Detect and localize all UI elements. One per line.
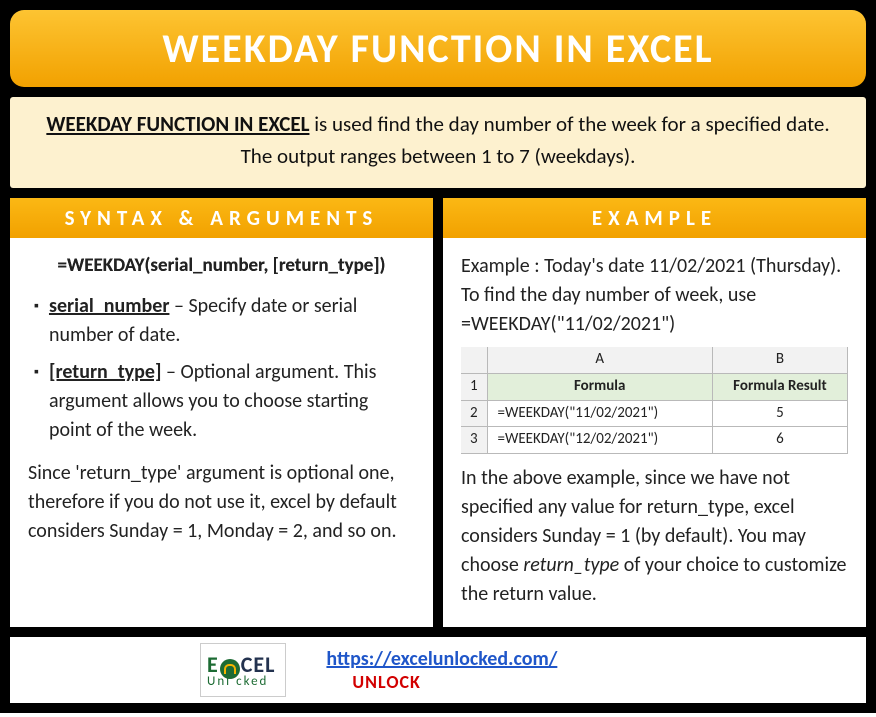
title-banner: WEEKDAY FUNCTION IN EXCEL (10, 10, 866, 87)
example-header: EXAMPLE (443, 198, 866, 238)
description-box: WEEKDAY FUNCTION IN EXCEL is used find t… (10, 97, 866, 188)
logo-sub: Unl cked (207, 674, 275, 689)
page-title: WEEKDAY FUNCTION IN EXCEL (162, 24, 713, 73)
col-a-head: A (487, 347, 712, 373)
arg2-label: [return_type] (49, 360, 161, 384)
table-row: 2 =WEEKDAY("11/02/2021") 5 (461, 400, 848, 427)
site-url[interactable]: https://excelunlocked.com/ (326, 647, 557, 671)
columns: SYNTAX & ARGUMENTS =WEEKDAY(serial_numbe… (10, 198, 866, 627)
argument-item: [return_type] – Optional argument. This … (34, 358, 415, 445)
footer-links: https://excelunlocked.com/ UNLOCK (326, 647, 557, 693)
footer: ECEL Unl cked https://excelunlocked.com/… (10, 637, 866, 703)
row1-head: 1 (461, 373, 487, 400)
cell-formula: =WEEKDAY("11/02/2021") (487, 400, 712, 427)
syntax-header: SYNTAX & ARGUMENTS (10, 198, 433, 238)
outro-em: return_type (523, 553, 619, 577)
description-text: is used find the day number of the week … (241, 111, 830, 169)
argument-item: serial_number – Specify date or serial n… (34, 292, 415, 350)
row3-head: 3 (461, 427, 487, 454)
excel-table: A B 1 Formula Formula Result 2 =WEEKDAY(… (461, 347, 848, 454)
example-intro: Example : Today's date 11/02/2021 (Thurs… (461, 252, 848, 339)
example-outro: In the above example, since we have not … (461, 464, 848, 609)
example-body: Example : Today's date 11/02/2021 (Thurs… (443, 238, 866, 627)
header-result: Formula Result (712, 373, 847, 400)
cell-result: 5 (712, 400, 847, 427)
infographic-card: WEEKDAY FUNCTION IN EXCEL WEEKDAY FUNCTI… (0, 0, 876, 713)
logo: ECEL Unl cked (200, 643, 286, 697)
syntax-note: Since 'return_type' argument is optional… (28, 459, 415, 546)
description-bold: WEEKDAY FUNCTION IN EXCEL (46, 111, 309, 137)
table-row: 3 =WEEKDAY("12/02/2021") 6 (461, 427, 848, 454)
lock-icon (220, 659, 240, 679)
arg1-label: serial_number (49, 294, 169, 318)
syntax-formula: =WEEKDAY(serial_number, [return_type]) (28, 252, 415, 280)
header-formula: Formula (487, 373, 712, 400)
syntax-body: =WEEKDAY(serial_number, [return_type]) s… (10, 238, 433, 627)
col-b-head: B (712, 347, 847, 373)
cell-formula: =WEEKDAY("12/02/2021") (487, 427, 712, 454)
argument-list: serial_number – Specify date or serial n… (28, 292, 415, 445)
cell-result: 6 (712, 427, 847, 454)
example-column: EXAMPLE Example : Today's date 11/02/202… (443, 198, 866, 627)
unlock-text: UNLOCK (352, 671, 557, 693)
corner-cell (461, 347, 487, 373)
syntax-column: SYNTAX & ARGUMENTS =WEEKDAY(serial_numbe… (10, 198, 433, 627)
row2-head: 2 (461, 400, 487, 427)
